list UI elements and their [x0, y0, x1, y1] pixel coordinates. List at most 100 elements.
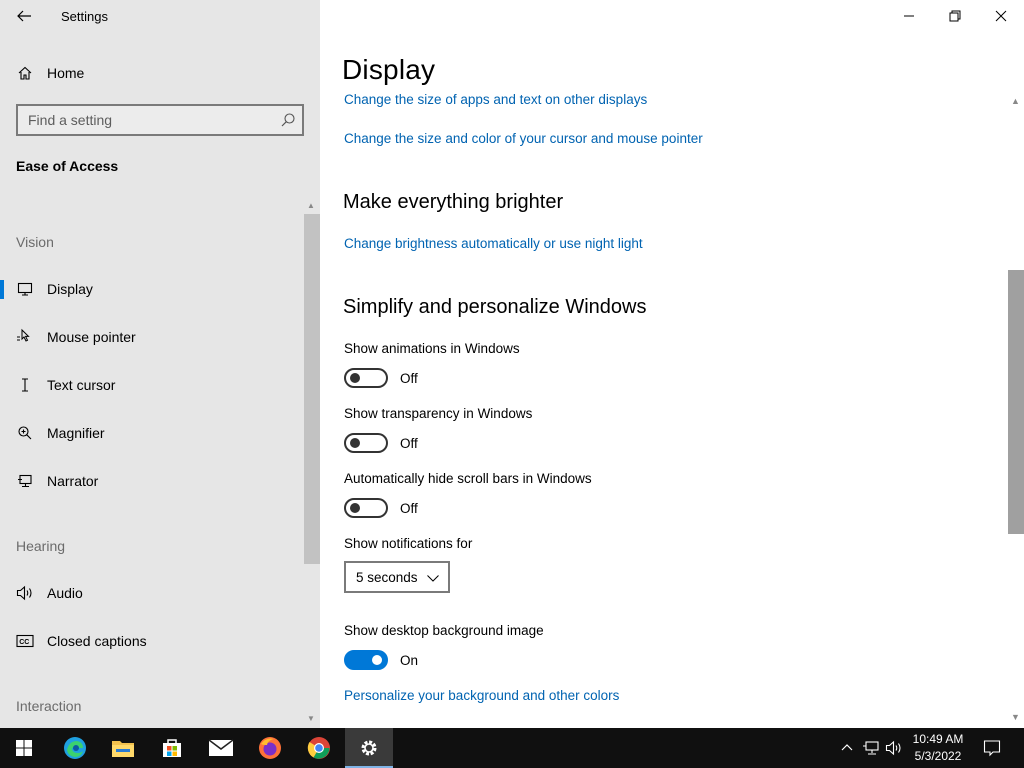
restore-button[interactable]	[932, 0, 978, 32]
sidebar-item-label: Home	[47, 65, 85, 81]
search-box	[16, 104, 304, 136]
sidebar-item-narrator[interactable]: Narrator	[0, 461, 304, 501]
taskbar-settings[interactable]	[345, 728, 393, 768]
heading-make-brighter: Make everything brighter	[343, 191, 564, 213]
narrator-icon	[16, 472, 34, 490]
sidebar-item-magnifier[interactable]: Magnifier	[0, 413, 304, 453]
sidebar-scrollbar[interactable]: ▲ ▼	[304, 201, 320, 728]
magnifier-icon	[16, 424, 34, 442]
scroll-up-arrow-icon[interactable]: ▲	[307, 201, 315, 210]
page-title: Display	[342, 54, 436, 85]
search-icon[interactable]	[280, 112, 296, 128]
minimize-icon	[904, 15, 914, 17]
notification-icon	[983, 740, 1001, 757]
sidebar-item-mouse-pointer[interactable]: Mouse pointer	[0, 317, 304, 357]
main-scrollbar-thumb[interactable]	[1008, 270, 1024, 534]
scroll-down-arrow-icon[interactable]: ▼	[1011, 712, 1020, 722]
sidebar-item-label: Magnifier	[47, 425, 105, 441]
setting-label-animations: Show animations in Windows	[344, 341, 520, 356]
file-explorer-icon	[112, 741, 134, 757]
chevron-down-icon	[426, 571, 440, 585]
transparency-toggle-state: Off	[400, 436, 418, 451]
taskbar-firefox[interactable]	[246, 728, 294, 768]
section-title: Ease of Access	[16, 158, 119, 174]
setting-label-notifications: Show notifications for	[344, 536, 473, 551]
animations-toggle[interactable]	[344, 368, 388, 388]
chevron-up-icon	[841, 744, 853, 751]
sidebar-scrollbar-thumb[interactable]	[304, 214, 320, 564]
sidebar-item-label: Audio	[47, 585, 83, 601]
main-scrollbar[interactable]: ▲ ▼	[1007, 96, 1024, 728]
settings-sidebar: Settings Home Ease of Access Vision Disp…	[0, 0, 320, 728]
taskbar-mail[interactable]	[197, 728, 245, 768]
mail-icon	[208, 739, 234, 756]
notifications-duration-dropdown[interactable]: 5 seconds	[344, 561, 450, 593]
taskbar-store[interactable]	[148, 728, 196, 768]
scroll-up-arrow-icon[interactable]: ▲	[1011, 96, 1020, 106]
firefox-icon	[259, 737, 281, 759]
toggle-knob	[372, 655, 382, 665]
dropdown-value: 5 seconds	[356, 570, 418, 585]
close-button[interactable]	[978, 0, 1024, 32]
restore-icon	[949, 10, 961, 22]
setting-label-desktop-background: Show desktop background image	[344, 623, 544, 638]
back-arrow-icon	[17, 10, 31, 22]
closed-captions-icon: CC	[16, 632, 34, 650]
svg-text:CC: CC	[19, 639, 29, 646]
link-brightness-night-light[interactable]: Change brightness automatically or use n…	[344, 236, 643, 251]
text-cursor-icon	[16, 376, 34, 394]
sidebar-item-label: Mouse pointer	[47, 329, 136, 345]
close-icon	[995, 10, 1007, 22]
transparency-toggle[interactable]	[344, 433, 388, 453]
network-button[interactable]	[861, 738, 881, 758]
home-icon	[16, 64, 34, 82]
link-personalize-background[interactable]: Personalize your background and other co…	[344, 688, 619, 703]
titlebar-left: Settings	[0, 0, 320, 32]
start-button[interactable]	[0, 728, 48, 768]
mouse-pointer-icon	[16, 328, 34, 346]
hide-scrollbars-toggle[interactable]	[344, 498, 388, 518]
sidebar-item-label: Narrator	[47, 473, 99, 489]
taskbar: 10:49 AM 5/3/2022	[0, 728, 1024, 768]
hide-scrollbars-toggle-state: Off	[400, 501, 418, 516]
sidebar-item-closed-captions[interactable]: CC Closed captions	[0, 621, 304, 661]
search-input[interactable]	[18, 106, 278, 134]
monitor-icon	[16, 280, 34, 298]
desktop-background-toggle[interactable]	[344, 650, 388, 670]
action-center-button[interactable]	[982, 738, 1002, 758]
taskbar-edge[interactable]	[51, 728, 99, 768]
group-label-hearing: Hearing	[16, 538, 66, 554]
taskbar-clock[interactable]: 10:49 AM 5/3/2022	[900, 731, 976, 765]
store-icon	[163, 739, 181, 757]
toggle-knob	[350, 503, 360, 513]
sidebar-item-label: Display	[47, 281, 93, 297]
taskbar-file-explorer[interactable]	[99, 728, 147, 768]
sidebar-item-audio[interactable]: Audio	[0, 573, 304, 613]
desktop-background-toggle-state: On	[400, 653, 419, 668]
show-hidden-icons-button[interactable]	[837, 738, 857, 758]
sidebar-item-label: Text cursor	[47, 377, 116, 393]
back-button[interactable]	[10, 4, 38, 28]
group-label-vision: Vision	[16, 234, 54, 250]
network-icon	[863, 741, 879, 755]
minimize-button[interactable]	[886, 0, 932, 32]
edge-icon	[64, 737, 86, 759]
setting-label-transparency: Show transparency in Windows	[344, 406, 533, 421]
chrome-icon	[307, 737, 330, 759]
sidebar-item-label: Closed captions	[47, 633, 147, 649]
settings-icon	[361, 740, 377, 756]
setting-label-hide-scrollbars: Automatically hide scroll bars in Window…	[344, 471, 592, 486]
toggle-knob	[350, 373, 360, 383]
sidebar-item-home[interactable]: Home	[0, 53, 304, 93]
taskbar-chrome[interactable]	[295, 728, 343, 768]
group-label-interaction: Interaction	[16, 698, 82, 714]
link-size-other-displays[interactable]: Change the size of apps and text on othe…	[344, 92, 647, 107]
start-icon	[16, 740, 32, 756]
animations-toggle-state: Off	[400, 371, 418, 386]
sidebar-item-display[interactable]: Display	[0, 269, 304, 309]
scroll-down-arrow-icon[interactable]: ▼	[307, 714, 315, 723]
window-controls	[886, 0, 1024, 32]
toggle-knob	[350, 438, 360, 448]
link-cursor-size-color[interactable]: Change the size and color of your cursor…	[344, 131, 703, 146]
sidebar-item-text-cursor[interactable]: Text cursor	[0, 365, 304, 405]
